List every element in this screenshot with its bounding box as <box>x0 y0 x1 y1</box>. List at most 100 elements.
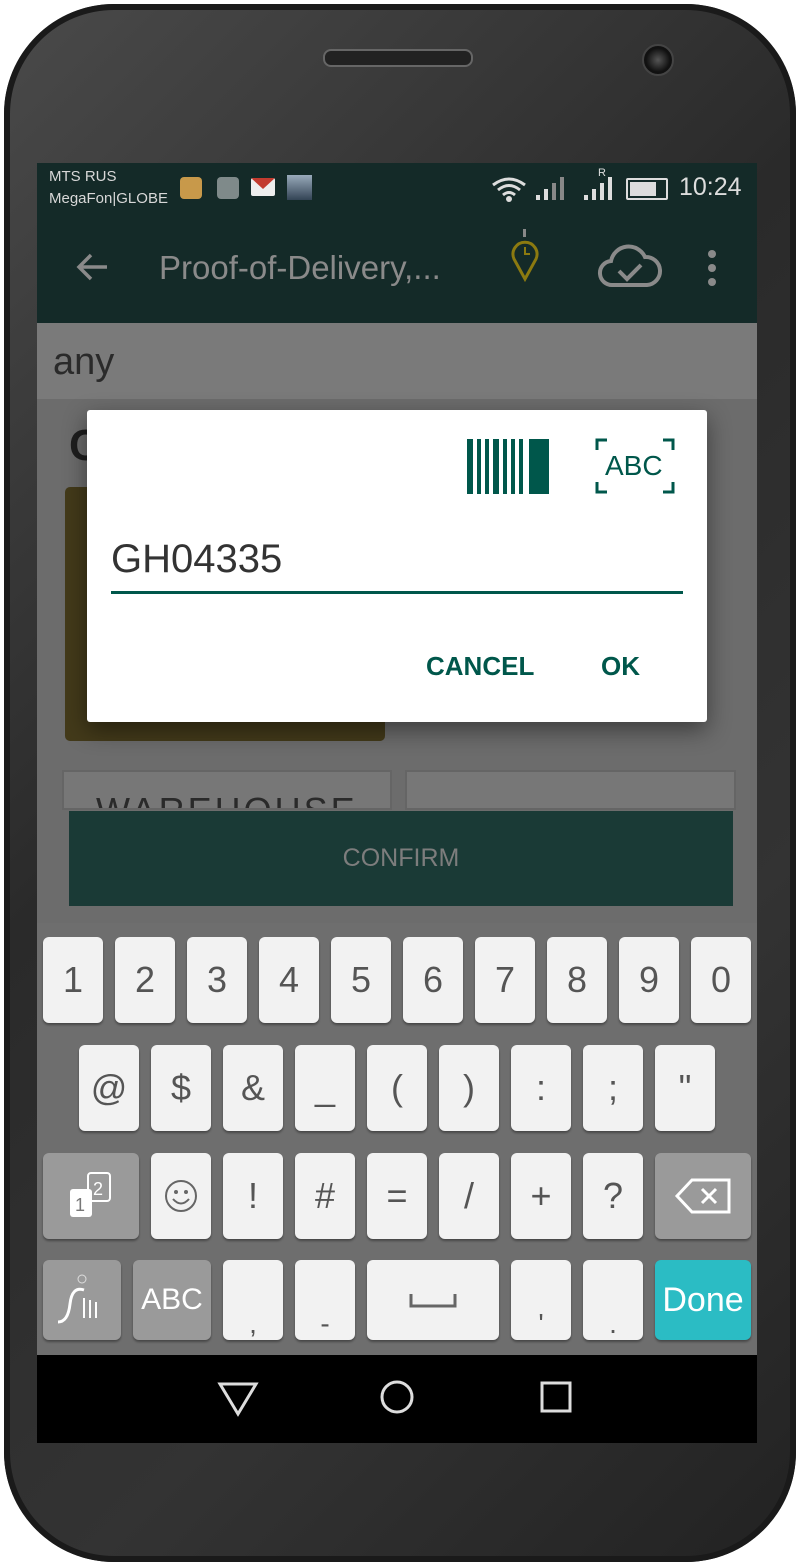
key-label: / <box>463 1175 474 1216</box>
key-label: = <box>386 1175 408 1216</box>
key-label: ( <box>391 1067 403 1108</box>
space-key[interactable] <box>367 1260 499 1340</box>
barcode-icon[interactable] <box>467 439 549 494</box>
wifi-icon <box>492 177 526 202</box>
recents-square-icon[interactable] <box>540 1381 572 1413</box>
back-arrow-icon[interactable] <box>75 249 111 285</box>
key-digit[interactable]: 4 <box>259 937 319 1023</box>
key-label: 7 <box>494 959 516 1000</box>
key-digit[interactable]: 1 <box>43 937 103 1023</box>
svg-text:2: 2 <box>93 1179 103 1199</box>
ship-photo-icon <box>287 175 312 200</box>
key-symbol[interactable]: ! <box>223 1153 283 1239</box>
key-label: - <box>320 1308 330 1339</box>
backspace-key[interactable] <box>655 1153 751 1239</box>
handwriting-key[interactable] <box>43 1260 121 1340</box>
key-symbol[interactable]: ) <box>439 1045 499 1131</box>
key-comma[interactable]: , <box>223 1260 283 1340</box>
key-digit[interactable]: 2 <box>115 937 175 1023</box>
key-symbol[interactable]: / <box>439 1153 499 1239</box>
smiley-icon <box>165 1180 197 1212</box>
key-symbol[interactable]: ( <box>367 1045 427 1131</box>
warehouse-button[interactable]: WAREHOUSE <box>62 770 392 810</box>
gallery-icon <box>217 177 239 199</box>
key-symbol[interactable]: _ <box>295 1045 355 1131</box>
key-label: $ <box>170 1067 192 1108</box>
key-label: . <box>609 1308 617 1339</box>
key-label: 9 <box>638 959 660 1000</box>
status-bar: MTS RUS MegaFon|GLOBE R 10:24 <box>37 163 757 219</box>
key-digit[interactable]: 5 <box>331 937 391 1023</box>
key-symbol[interactable]: # <box>295 1153 355 1239</box>
key-label: 4 <box>278 959 300 1000</box>
space-bar-icon <box>409 1294 457 1308</box>
app-bar: Proof-of-Delivery,... <box>37 219 757 323</box>
key-digit[interactable]: 0 <box>691 937 751 1023</box>
key-label: + <box>530 1175 552 1216</box>
key-digit[interactable]: 9 <box>619 937 679 1023</box>
back-triangle-icon[interactable] <box>217 1381 259 1417</box>
key-label: # <box>314 1175 336 1216</box>
home-circle-icon[interactable] <box>379 1379 415 1415</box>
confirm-button[interactable]: CONFIRM <box>69 811 733 906</box>
key-symbol[interactable]: + <box>511 1153 571 1239</box>
emoji-key[interactable] <box>151 1153 211 1239</box>
key-digit[interactable]: 3 <box>187 937 247 1023</box>
navigation-bar <box>37 1355 757 1443</box>
key-digit[interactable]: 6 <box>403 937 463 1023</box>
any-row: any <box>37 323 757 399</box>
cloud-check-icon[interactable] <box>597 241 663 291</box>
signal-2-icon <box>584 177 612 200</box>
key-period[interactable]: . <box>583 1260 643 1340</box>
page-title: Proof-of-Delivery,... <box>159 249 441 286</box>
key-apostrophe[interactable]: ' <box>511 1260 571 1340</box>
battery-icon <box>626 178 668 200</box>
barcode-input[interactable]: GH04335 <box>111 537 683 594</box>
abc-layout-key[interactable]: ABC <box>133 1260 211 1340</box>
key-label: 0 <box>710 959 732 1000</box>
carrier-1: MTS RUS <box>49 168 117 185</box>
key-label: & <box>240 1067 265 1108</box>
cancel-button[interactable]: CANCEL <box>426 651 534 682</box>
ok-button[interactable]: OK <box>601 651 640 682</box>
key-label: : <box>535 1067 546 1108</box>
keyboard-icon <box>180 177 202 199</box>
key-symbol[interactable]: " <box>655 1045 715 1131</box>
more-vert-icon[interactable] <box>704 249 720 289</box>
ocr-scan-button[interactable]: ABC <box>595 438 675 494</box>
key-digit[interactable]: 7 <box>475 937 535 1023</box>
key-dash[interactable]: - <box>295 1260 355 1340</box>
any-label: any <box>53 341 115 383</box>
key-symbol[interactable]: & <box>223 1045 283 1131</box>
key-label: " <box>678 1067 692 1108</box>
page-1-2-icon: 12 <box>70 1172 111 1217</box>
confirm-label: CONFIRM <box>342 844 460 872</box>
location-clock-icon[interactable] <box>509 229 541 289</box>
key-label: @ <box>90 1067 128 1108</box>
key-label: ; <box>607 1067 618 1108</box>
key-label: 3 <box>206 959 228 1000</box>
key-symbol[interactable]: ? <box>583 1153 643 1239</box>
key-symbol[interactable]: : <box>511 1045 571 1131</box>
key-label: 8 <box>566 959 588 1000</box>
backspace-icon <box>674 1178 731 1214</box>
ocr-label: ABC <box>605 450 663 481</box>
key-label: , <box>249 1308 257 1339</box>
carrier-2: MegaFon|GLOBE <box>49 190 168 207</box>
keyboard: 1 2 3 4 5 6 7 8 9 0 @ $ & _():; " 1 2! # = / +? ABC, - '. Done <box>37 923 757 1355</box>
secondary-field[interactable] <box>405 770 736 810</box>
key-symbol[interactable]: $ <box>151 1045 211 1131</box>
handwriting-gesture-icon <box>57 1274 97 1324</box>
key-label: 5 <box>350 959 372 1000</box>
earpiece-speaker <box>323 49 473 67</box>
key-label: 6 <box>422 959 444 1000</box>
key-symbol[interactable]: = <box>367 1153 427 1239</box>
symbol-page-toggle-key[interactable]: 12 <box>43 1153 139 1239</box>
key-symbol[interactable]: ; <box>583 1045 643 1131</box>
key-label: ! <box>247 1175 258 1216</box>
done-key[interactable]: Done <box>655 1260 751 1340</box>
svg-text:1: 1 <box>75 1195 85 1215</box>
key-symbol[interactable]: @ <box>79 1045 139 1131</box>
key-digit[interactable]: 8 <box>547 937 607 1023</box>
key-label: ABC <box>141 1283 203 1316</box>
